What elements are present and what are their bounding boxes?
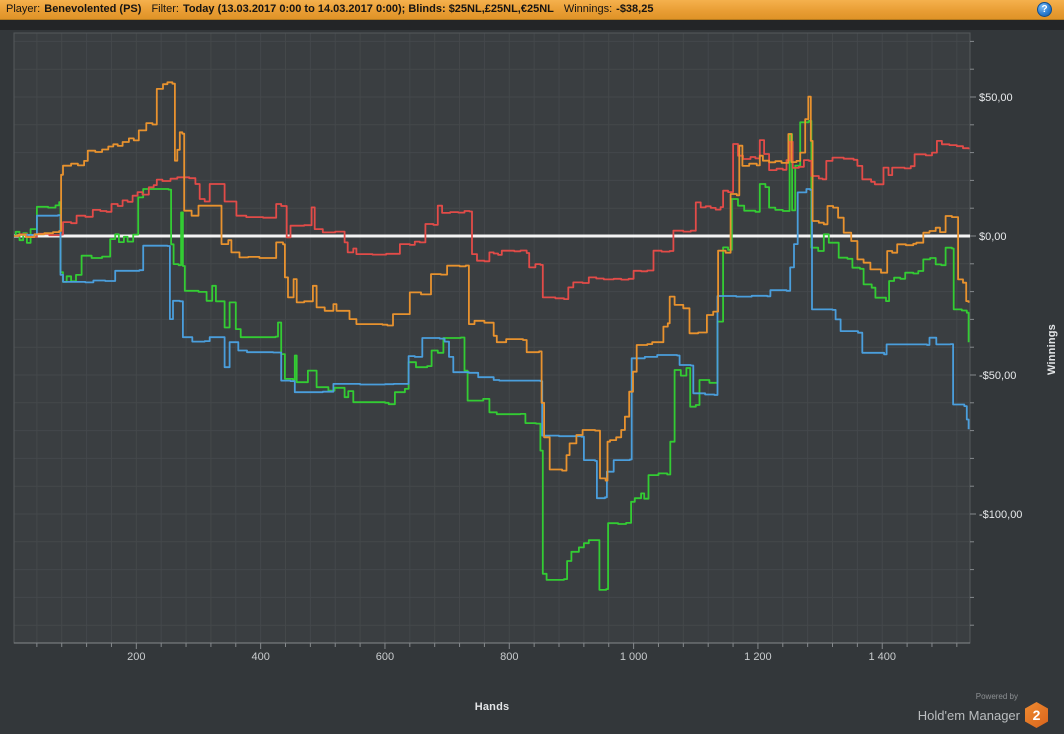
- x-tick-label: 600: [376, 651, 394, 663]
- hm2-graph-window: Player: Benevolented (PS) Filter: Today (13…: [0, 0, 1064, 734]
- player-label: Player:: [6, 3, 41, 15]
- filter-value: Today (13.03.2017 0:00 to 14.03.2017 0:0…: [182, 3, 554, 15]
- x-tick-label: 1 000: [620, 651, 648, 663]
- y-tick-label: $0,00: [979, 231, 1007, 243]
- hm2-branding: Powered by Hold'em Manager 2: [918, 692, 1048, 728]
- y-axis-title: Winnings: [1046, 324, 1058, 375]
- x-tick-label: 200: [127, 651, 145, 663]
- x-tick-label: 1 400: [868, 651, 896, 663]
- winnings-chart-canvas[interactable]: 200 400 600 800 1 000 1 200 1 400 $50,00 $0,00 -$…: [0, 30, 1064, 734]
- player-value: Benevolented (PS): [44, 3, 142, 15]
- winnings-label: Winnings:: [563, 3, 613, 15]
- hm2-logo-icon: 2: [1025, 702, 1048, 728]
- filter-label: Filter:: [151, 3, 179, 15]
- powered-by-text: Powered by: [975, 692, 1018, 701]
- x-tick-label: 1 200: [744, 651, 772, 663]
- y-tick-label: -$50,00: [979, 370, 1016, 382]
- winnings-graph-panel: 200 400 600 800 1 000 1 200 1 400 $50,00 $0,00 -$…: [0, 30, 1064, 734]
- help-icon[interactable]: ?: [1037, 2, 1052, 17]
- x-tick-label: 800: [500, 651, 518, 663]
- x-tick-label: 400: [251, 651, 269, 663]
- toolbar-divider: [0, 20, 1064, 30]
- filter-toolbar: Player: Benevolented (PS) Filter: Today (13…: [0, 0, 1064, 20]
- y-tick-label: -$100,00: [979, 509, 1022, 521]
- brand-name-text: Hold'em Manager: [917, 707, 1020, 723]
- winnings-value: -$38,25: [616, 3, 654, 15]
- y-tick-label: $50,00: [979, 92, 1013, 104]
- x-axis-title: Hands: [474, 701, 510, 713]
